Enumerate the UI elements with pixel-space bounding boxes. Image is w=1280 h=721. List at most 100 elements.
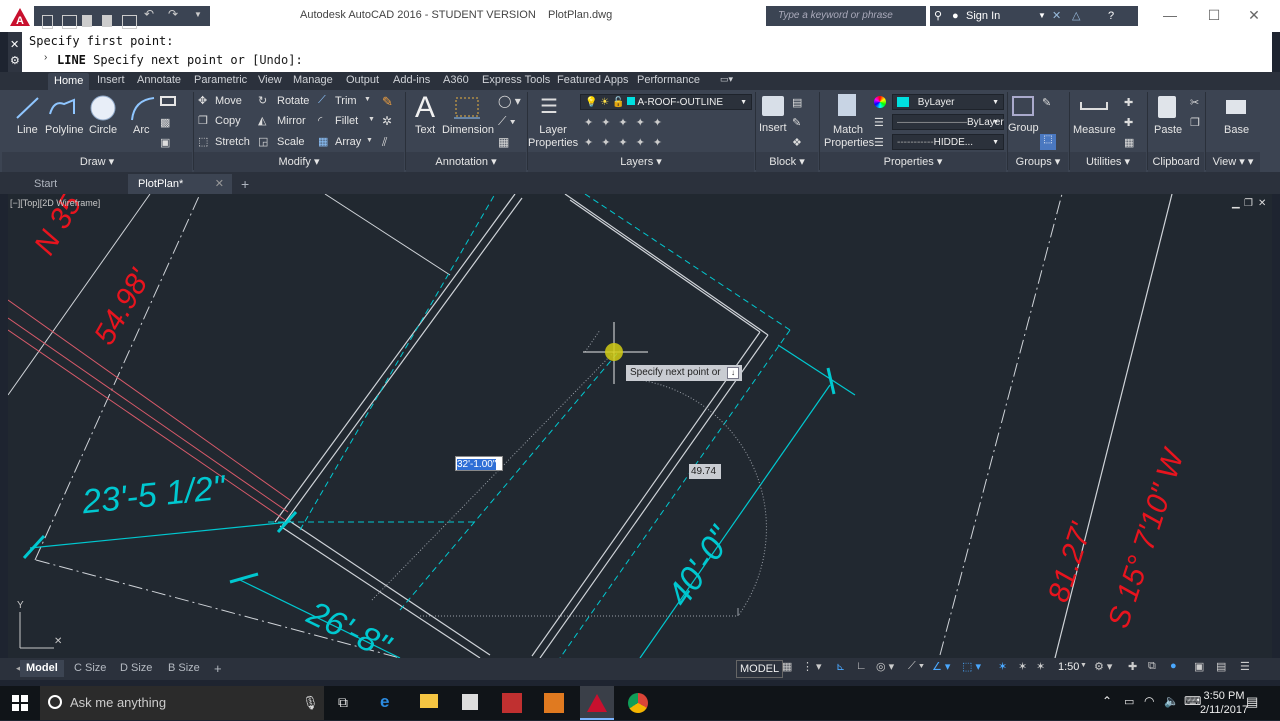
add-layout-button[interactable]: + xyxy=(208,660,228,677)
fillet-dropdown-icon[interactable]: ▼ xyxy=(368,116,375,123)
search-input[interactable]: Type a keyword or phrase xyxy=(766,6,926,26)
viewport-label[interactable]: [−][Top][2D Wireframe] xyxy=(10,198,100,208)
save-icon[interactable] xyxy=(82,15,92,27)
create-block-icon[interactable]: ▤ xyxy=(792,96,802,109)
lineweight-dropdown[interactable]: -----------HIDDE... ▼ xyxy=(892,134,1004,150)
maximize-button[interactable]: ☐ xyxy=(1194,4,1234,26)
angle-input[interactable]: 49.74 xyxy=(689,464,721,479)
match-properties-button[interactable]: Match Properties xyxy=(824,94,874,150)
tab-manage[interactable]: Manage xyxy=(293,74,333,86)
edit-block-icon[interactable]: ✎ xyxy=(792,116,801,129)
customize-dropdown-icon[interactable]: ▼ xyxy=(194,10,207,22)
trim-button[interactable]: ⟋ Trim ▼ xyxy=(318,94,374,110)
file-explorer-icon[interactable] xyxy=(420,694,438,708)
rectangle-icon[interactable] xyxy=(160,96,176,106)
osnap-icon[interactable]: ⬚ ▾ xyxy=(962,660,981,673)
chrome-icon[interactable] xyxy=(628,693,648,713)
group-select-icon[interactable]: ⬚ xyxy=(1040,134,1056,150)
undo-icon[interactable]: ↶ xyxy=(144,7,157,21)
volume-icon[interactable]: 🔈 xyxy=(1164,694,1179,708)
isodraft-icon[interactable]: ⟋ ▾ xyxy=(908,660,924,673)
calculator-icon[interactable]: ▦ xyxy=(1124,136,1134,149)
minimize-button[interactable]: — xyxy=(1150,4,1190,26)
groups-panel-title[interactable]: Groups ▾ xyxy=(1008,152,1068,172)
line-button[interactable]: Line xyxy=(12,94,42,138)
grid-icon[interactable]: ▦ xyxy=(782,660,792,673)
binoculars-icon[interactable]: ⚲ xyxy=(934,6,942,26)
linetype-icon[interactable]: ☰ xyxy=(874,116,884,129)
mirror-button[interactable]: ◭ Mirror xyxy=(258,114,314,130)
scale-button[interactable]: ◲ Scale xyxy=(258,135,314,151)
polyline-button[interactable]: Polyline xyxy=(44,94,84,138)
layout-tab-b-size[interactable]: B Size xyxy=(162,660,206,677)
tab-featured-apps[interactable]: Featured Apps xyxy=(557,74,629,86)
tab-a360[interactable]: A360 xyxy=(443,74,469,86)
id-point-icon[interactable]: ✚ xyxy=(1124,96,1133,109)
tab-insert[interactable]: Insert xyxy=(97,74,125,86)
store-icon[interactable] xyxy=(462,694,478,710)
modify-panel-title[interactable]: Modify ▾ xyxy=(194,152,404,172)
osnap-tracking-icon[interactable]: ∠ ▾ xyxy=(932,660,950,673)
layer-properties-button[interactable]: ☰ Layer Properties xyxy=(528,94,578,150)
measure-button[interactable]: Measure xyxy=(1070,94,1116,150)
exchange-icon[interactable]: ✕ xyxy=(1052,6,1061,26)
file-tab-start[interactable]: Start xyxy=(24,174,124,194)
notification-icon[interactable]: ▤ xyxy=(1246,694,1258,710)
hardware-accel-icon[interactable]: ● xyxy=(1170,660,1177,672)
clipboard-panel-title[interactable]: Clipboard xyxy=(1148,152,1204,172)
linetype-dropdown[interactable]: ———————ByLayer ▼ xyxy=(892,114,1004,130)
windows-start-icon[interactable] xyxy=(12,695,28,711)
point-icon[interactable]: ✚ xyxy=(1124,116,1133,129)
dimension-button[interactable]: Dimension xyxy=(442,94,494,144)
close-button[interactable]: ✕ xyxy=(1234,4,1274,26)
tab-output[interactable]: Output xyxy=(346,74,379,86)
orange-app-icon[interactable] xyxy=(544,693,564,713)
auto-scale-icon[interactable]: ✶ xyxy=(1018,660,1027,673)
trim-dropdown-icon[interactable]: ▼ xyxy=(364,96,371,103)
close-tab-icon[interactable]: ✕ xyxy=(215,174,224,194)
edge-icon[interactable]: e xyxy=(380,692,389,712)
annotation-visibility-icon[interactable]: ✶ xyxy=(998,660,1007,673)
layer-dropdown[interactable]: 💡 ☀ 🔓 A-ROOF-OUTLINE ▼ xyxy=(580,94,752,110)
layout-tab-model[interactable]: Model xyxy=(20,660,64,677)
workspace-gear-icon[interactable]: ⚙ ▾ xyxy=(1094,660,1112,673)
group-edit-icon[interactable]: ✎ xyxy=(1042,96,1051,109)
base-button[interactable]: Base xyxy=(1220,94,1254,150)
group-button[interactable]: Group xyxy=(1008,94,1039,150)
ortho-icon[interactable]: ∟ xyxy=(856,660,867,672)
plus-icon[interactable]: ✚ xyxy=(1128,660,1137,673)
autocad-logo-icon[interactable]: A xyxy=(10,8,30,27)
viewport-close-icon[interactable]: ✕ xyxy=(1258,198,1266,209)
tooltip-options-icon[interactable]: ↓ xyxy=(727,367,739,379)
autocad-taskbar-icon[interactable] xyxy=(580,686,614,720)
layout-tab-c-size[interactable]: C Size xyxy=(68,660,112,677)
copy-clip-icon[interactable]: ❐ xyxy=(1190,116,1200,129)
properties-icon[interactable]: ▤ xyxy=(1216,660,1226,673)
isolate-icon[interactable]: ⧉ xyxy=(1148,660,1156,673)
block-attr-icon[interactable]: ❖ xyxy=(792,136,802,149)
leader-dropdown-icon[interactable]: ⟋ ▾ xyxy=(498,114,516,129)
offset-icon[interactable]: ⫽ xyxy=(382,135,387,150)
layout-tab-d-size[interactable]: D Size xyxy=(114,660,158,677)
tab-parametric[interactable]: Parametric xyxy=(194,74,247,86)
annotation-panel-title[interactable]: Annotation ▾ xyxy=(406,152,526,172)
microphone-icon[interactable]: 🎙 xyxy=(302,686,319,720)
task-view-icon[interactable]: ⧉ xyxy=(338,694,348,711)
viewport-minimize-icon[interactable]: ▁ xyxy=(1232,198,1240,209)
tab-home[interactable]: Home xyxy=(48,73,90,90)
paste-button[interactable]: Paste xyxy=(1150,94,1186,150)
erase-icon[interactable]: ✎ xyxy=(382,94,393,110)
tab-view[interactable]: View xyxy=(258,74,282,86)
annotation-scale-icon[interactable]: ✶ xyxy=(1036,660,1045,673)
battery-icon[interactable]: ▭ xyxy=(1124,695,1134,708)
cortana-search-box[interactable]: Ask me anything 🎙 xyxy=(40,686,324,720)
open-icon[interactable] xyxy=(62,15,77,29)
region-icon[interactable]: ▣ xyxy=(160,136,176,149)
snap-icon[interactable]: ⋮ ▾ xyxy=(802,660,822,673)
new-tab-button[interactable]: + xyxy=(236,174,256,194)
signin-link[interactable]: Sign In xyxy=(966,6,1000,26)
gift-app-icon[interactable] xyxy=(502,693,522,713)
block-panel-title[interactable]: Block ▾ xyxy=(756,152,818,172)
stretch-button[interactable]: ⬚ Stretch xyxy=(198,135,254,151)
tray-chevron-icon[interactable]: ⌃ xyxy=(1102,694,1112,708)
